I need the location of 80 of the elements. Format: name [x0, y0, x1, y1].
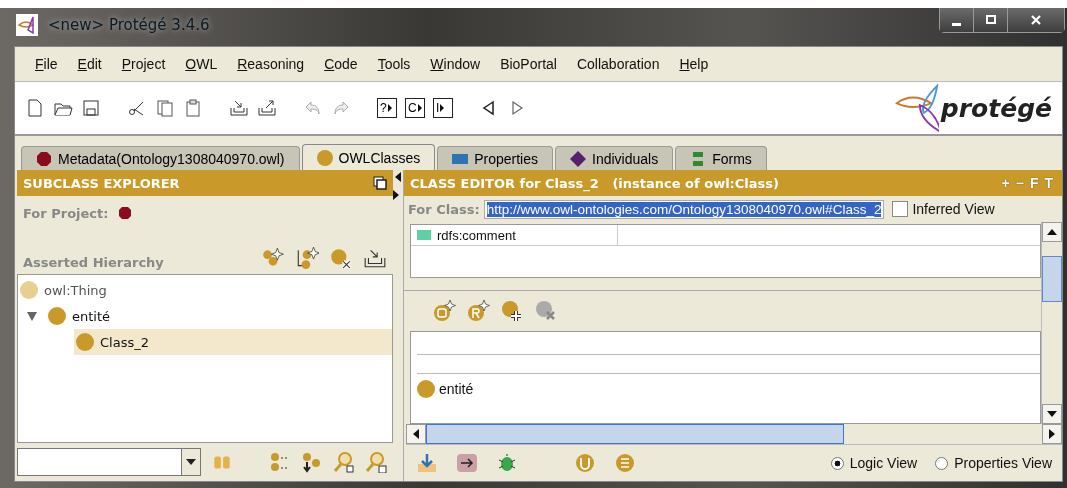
- collapse-down-icon[interactable]: [301, 451, 323, 473]
- tab[interactable]: OWLClasses: [301, 144, 436, 170]
- menu-item[interactable]: BioPortal: [490, 56, 567, 72]
- for-project-label: For Project:: [23, 205, 109, 221]
- tab[interactable]: Individuals: [555, 146, 674, 170]
- copy-icon[interactable]: [155, 97, 175, 119]
- class-name-field[interactable]: http://www.owl-ontologies.com/Ontology1308040970.owl#Class_2: [483, 199, 885, 219]
- view-radio[interactable]: Logic View: [830, 455, 918, 471]
- export-icon[interactable]: [257, 97, 277, 119]
- maximize-icon: [984, 14, 997, 26]
- scroll-left-icon[interactable]: [413, 429, 419, 439]
- create-sibling-icon[interactable]: [295, 246, 319, 270]
- for-class-label: For Class:: [408, 201, 480, 217]
- menu-item[interactable]: OWL: [175, 56, 228, 72]
- tab[interactable]: Properties: [437, 146, 553, 170]
- query-button[interactable]: I: [433, 98, 453, 118]
- query-button[interactable]: ?: [377, 98, 397, 118]
- tab[interactable]: Forms: [675, 146, 767, 170]
- scroll-thumb[interactable]: [1042, 256, 1062, 302]
- inferred-view-checkbox[interactable]: Inferred View: [892, 201, 995, 217]
- circle-icon: [316, 149, 333, 166]
- menu-item[interactable]: Window: [420, 56, 491, 72]
- scroll-up-icon[interactable]: [1047, 229, 1057, 235]
- tree-item[interactable]: owl:Thing: [18, 277, 392, 303]
- bug-icon[interactable]: [496, 452, 518, 474]
- menu-item[interactable]: Reasoning: [227, 56, 315, 72]
- query-button[interactable]: C: [405, 98, 425, 118]
- logo-text: protégé: [940, 93, 1052, 123]
- add-class-icon[interactable]: [500, 299, 524, 323]
- class-icon: [76, 333, 94, 351]
- download-icon[interactable]: [416, 452, 438, 474]
- class-icon: [417, 380, 435, 398]
- new-file-icon[interactable]: [25, 97, 45, 119]
- clipboard-icon[interactable]: [183, 97, 203, 119]
- class-icon: [48, 307, 66, 325]
- magnifier-icon[interactable]: [333, 451, 355, 473]
- minimize-icon: [952, 22, 961, 26]
- view-radio[interactable]: Properties View: [935, 455, 1052, 471]
- vertical-scrollbar[interactable]: [1041, 222, 1062, 424]
- minimize-button[interactable]: [940, 8, 974, 32]
- panel-title: CLASS EDITOR for Class_2 (instance of owl:Class): [410, 175, 779, 191]
- search-combo-field[interactable]: [17, 448, 201, 476]
- tree-item[interactable]: entité: [46, 303, 392, 329]
- scroll-right-icon[interactable]: [1049, 429, 1055, 439]
- scroll-down-icon[interactable]: [1047, 411, 1057, 417]
- menu-item[interactable]: Code: [314, 56, 368, 72]
- menu-item[interactable]: Help: [669, 56, 719, 72]
- add-named-class-icon[interactable]: [432, 299, 456, 323]
- menu-item[interactable]: Project: [111, 56, 176, 72]
- expand-triangle-icon[interactable]: [26, 310, 38, 322]
- horizontal-scrollbar[interactable]: [406, 424, 1062, 445]
- hexagon-icon: [118, 206, 133, 220]
- hierarchy-label: Asserted Hierarchy: [23, 255, 164, 270]
- close-icon: [1030, 14, 1042, 26]
- diamond-icon: [570, 150, 586, 167]
- menu-item[interactable]: File: [25, 56, 68, 72]
- app-logo-icon: [16, 14, 38, 36]
- maximize-button[interactable]: [974, 8, 1008, 32]
- save-icon[interactable]: [81, 97, 101, 119]
- magnifier-icon[interactable]: [365, 451, 387, 473]
- delete-class-icon[interactable]: [329, 246, 353, 270]
- tab[interactable]: Metadata(Ontology1308040970.owl): [21, 146, 300, 170]
- windows-icon[interactable]: [373, 176, 387, 190]
- arrow-right-icon[interactable]: [456, 452, 478, 474]
- close-button[interactable]: [1008, 8, 1064, 32]
- split-arrows-icon[interactable]: [393, 172, 401, 202]
- table-cell: rdfs:comment: [411, 225, 618, 245]
- annotation-icon: [417, 230, 431, 240]
- panel-title: SUBCLASS EXPLORER: [23, 175, 181, 191]
- logo-icon: [892, 84, 939, 132]
- class-icon: [20, 281, 38, 299]
- dropdown-arrow-icon: [186, 459, 196, 465]
- menu-item[interactable]: Collaboration: [566, 56, 670, 72]
- menu-item[interactable]: Edit: [67, 56, 112, 72]
- scroll-thumb[interactable]: [426, 424, 844, 444]
- tree-item[interactable]: Class_2: [74, 329, 392, 355]
- menu-item[interactable]: Tools: [367, 56, 421, 72]
- add-restriction-icon[interactable]: [466, 299, 490, 323]
- window-title: <new> Protégé 3.4.6: [48, 16, 210, 34]
- hexagon-icon: [36, 150, 52, 167]
